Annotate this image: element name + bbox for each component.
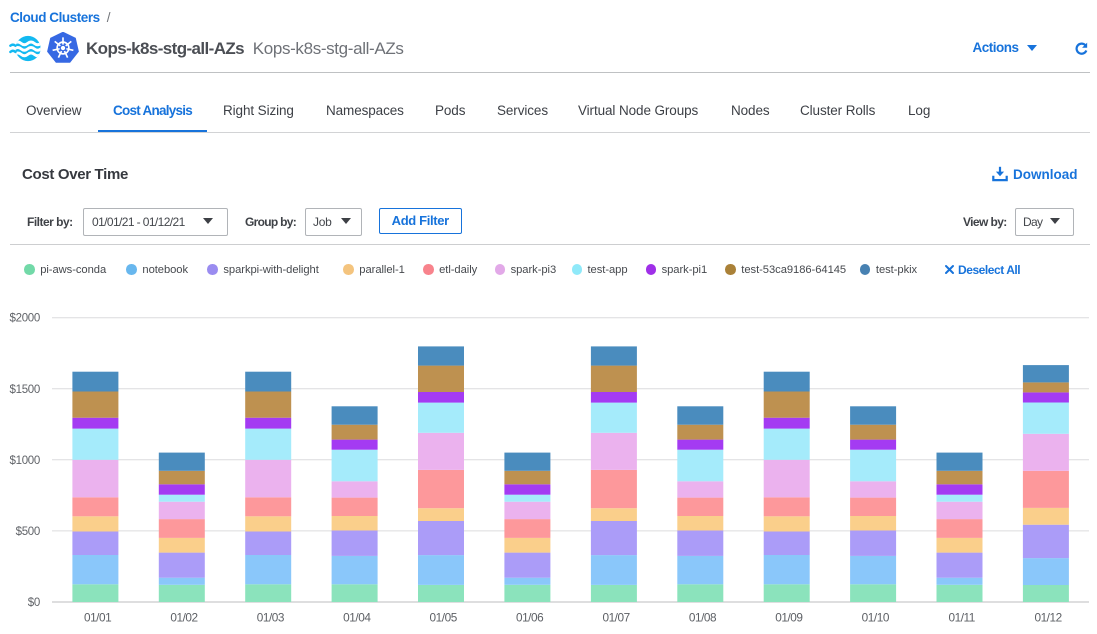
svg-text:$1000: $1000	[10, 455, 40, 467]
svg-text:01/11: 01/11	[948, 611, 974, 625]
svg-text:01/07: 01/07	[602, 611, 629, 625]
svg-text:01/06: 01/06	[516, 611, 544, 625]
svg-text:01/08: 01/08	[689, 611, 717, 625]
svg-text:01/04: 01/04	[343, 611, 371, 625]
svg-text:01/03: 01/03	[257, 611, 285, 625]
svg-text:01/01: 01/01	[84, 611, 111, 625]
svg-text:01/10: 01/10	[862, 611, 890, 625]
svg-text:01/09: 01/09	[775, 611, 802, 625]
svg-text:01/05: 01/05	[430, 611, 458, 625]
svg-text:01/02: 01/02	[170, 611, 197, 625]
svg-text:$1500: $1500	[10, 384, 40, 396]
svg-text:$0: $0	[28, 597, 40, 609]
svg-text:01/12: 01/12	[1034, 611, 1061, 625]
svg-text:$500: $500	[16, 526, 40, 538]
svg-text:$2000: $2000	[10, 313, 40, 325]
